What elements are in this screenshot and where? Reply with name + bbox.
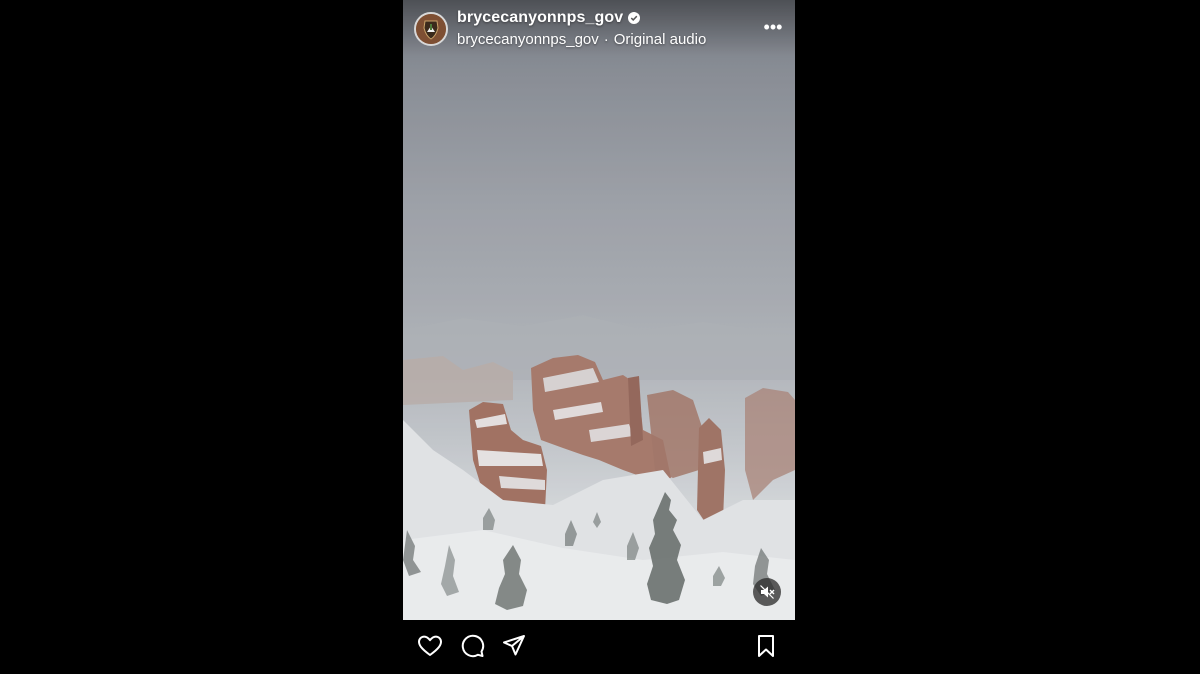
audio-label: Original audio bbox=[613, 31, 707, 48]
username[interactable]: brycecanyonnps_gov bbox=[457, 9, 623, 27]
comment-button[interactable] bbox=[458, 632, 486, 660]
audio-separator: · bbox=[603, 31, 609, 48]
action-bar bbox=[403, 620, 795, 672]
muted-speaker-icon bbox=[760, 585, 775, 599]
mute-button[interactable] bbox=[753, 578, 781, 606]
audio-owner: brycecanyonnps_gov bbox=[457, 31, 599, 48]
audio-line[interactable]: brycecanyonnps_gov · Original audio bbox=[457, 31, 706, 48]
verified-badge-icon bbox=[628, 12, 641, 24]
more-options-icon[interactable]: ••• bbox=[761, 16, 785, 38]
share-button[interactable] bbox=[500, 632, 528, 660]
snowy-canyon-scene bbox=[403, 0, 795, 620]
heart-icon bbox=[418, 635, 442, 656]
nps-arrowhead-icon bbox=[416, 14, 446, 44]
video-frame[interactable] bbox=[403, 0, 795, 620]
paper-plane-icon bbox=[503, 635, 525, 656]
save-button[interactable] bbox=[752, 632, 780, 660]
comment-bubble-icon bbox=[461, 634, 485, 658]
username-row: brycecanyonnps_gov bbox=[457, 8, 641, 28]
reel-header: brycecanyonnps_gov brycecanyonnps_gov · Or… bbox=[403, 0, 795, 56]
profile-avatar[interactable] bbox=[414, 12, 448, 46]
like-button[interactable] bbox=[416, 632, 444, 660]
bookmark-icon bbox=[758, 635, 774, 657]
reel-post: brycecanyonnps_gov brycecanyonnps_gov · Or… bbox=[403, 0, 795, 674]
